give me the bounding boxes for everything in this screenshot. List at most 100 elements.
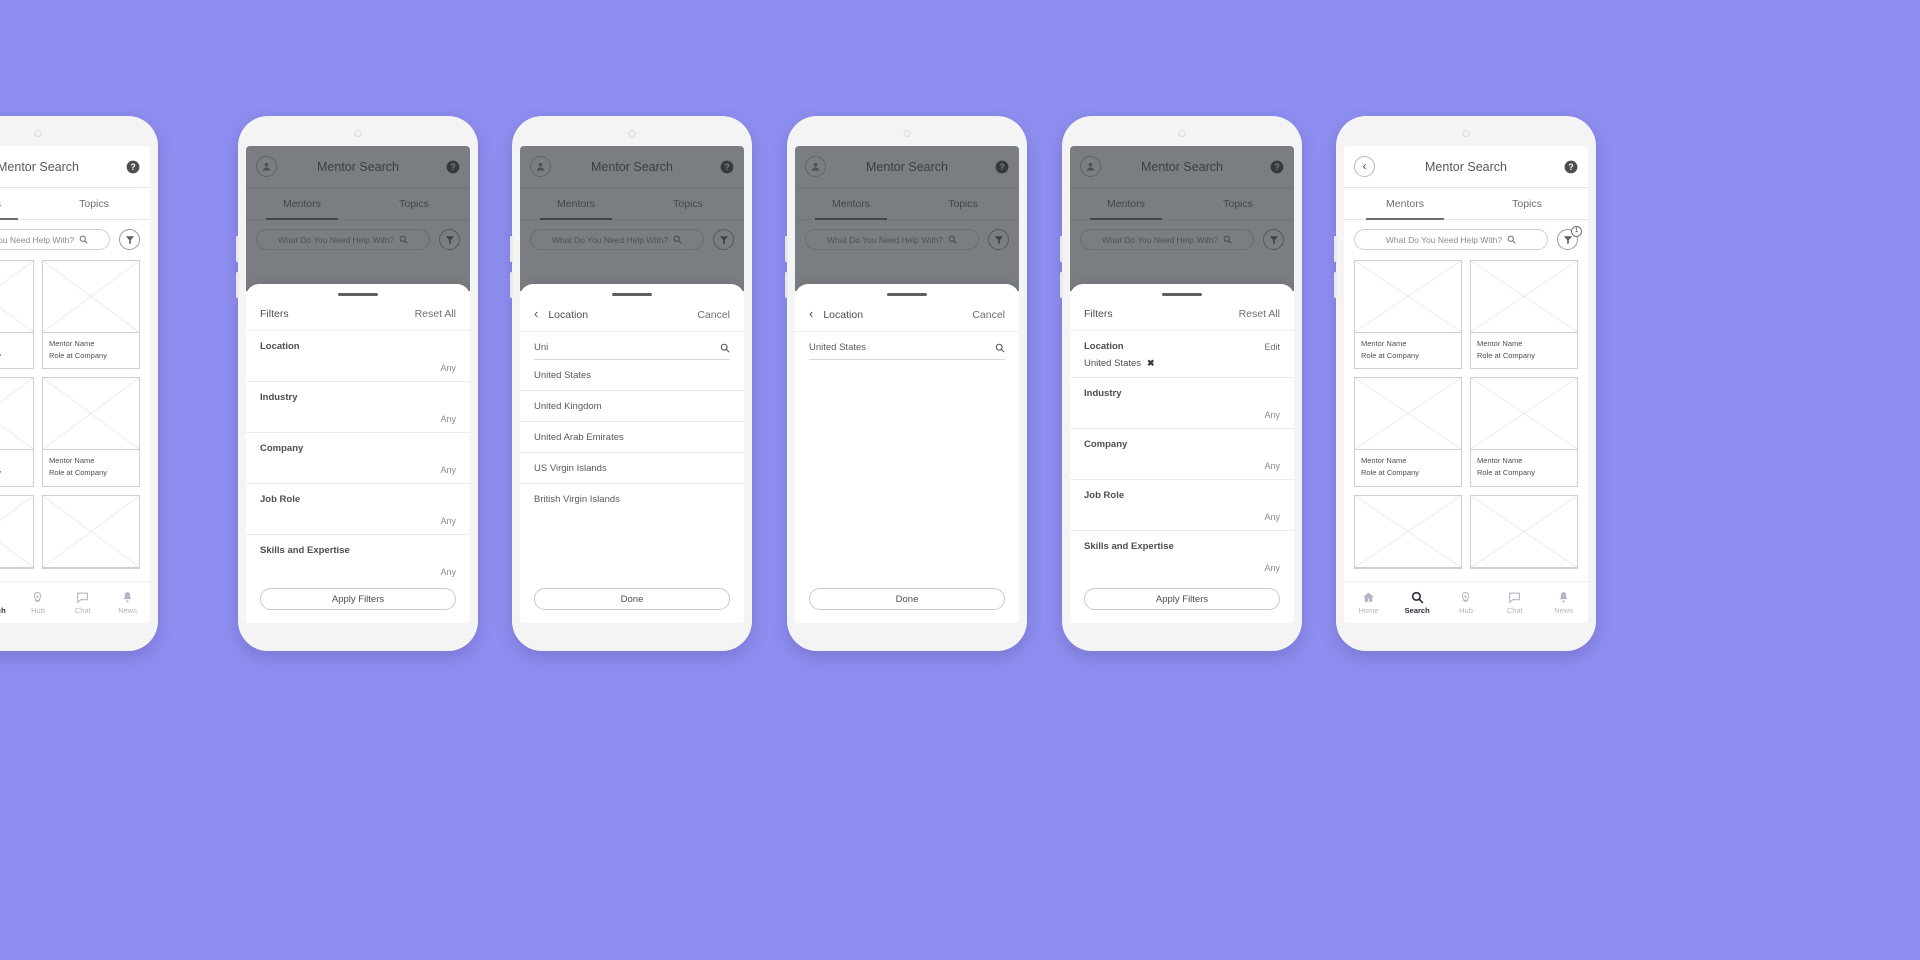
user-avatar-icon[interactable]	[256, 156, 277, 177]
volume-down-button[interactable]	[510, 272, 513, 298]
location-result-item[interactable]: United States	[520, 360, 744, 391]
mentor-card[interactable]: Mentor NameRole at Company	[1354, 377, 1462, 487]
tab-topics[interactable]: Topics	[38, 188, 150, 219]
volume-down-button[interactable]	[785, 272, 788, 298]
tab-topics[interactable]: Topics	[358, 188, 470, 219]
nav-item-home[interactable]: Home	[1344, 591, 1393, 615]
location-title: Location	[548, 308, 589, 321]
tab-mentors[interactable]: Mentors	[1344, 188, 1466, 220]
mentor-card[interactable]: Mentor NameRole at Company	[42, 260, 140, 370]
apply-filters-button[interactable]: Apply Filters	[260, 588, 456, 610]
filter-row-job-role[interactable]: Job Role Any	[246, 484, 470, 535]
tab-mentors[interactable]: Mentors	[520, 188, 632, 220]
volume-up-button[interactable]	[510, 236, 513, 262]
help-circle-icon[interactable]: ?	[445, 159, 460, 174]
volume-down-button[interactable]	[1334, 272, 1337, 298]
search-input[interactable]: What Do You Need Help With?	[1080, 229, 1254, 250]
search-input[interactable]: What Do You Need Help With?	[0, 229, 110, 250]
back-button[interactable]: ‹	[1354, 156, 1375, 177]
user-avatar-icon[interactable]	[1080, 156, 1101, 177]
mentor-card[interactable]: Mentor NameRole at Company	[0, 260, 34, 370]
location-search-input[interactable]: Uni	[534, 342, 730, 360]
reset-all-button[interactable]: Reset All	[1239, 308, 1280, 320]
filter-row-skills[interactable]: Skills and Expertise Any	[1070, 531, 1294, 579]
filter-button[interactable]	[1263, 229, 1284, 250]
apply-filters-button[interactable]: Apply Filters	[1084, 588, 1280, 610]
help-circle-icon[interactable]: ?	[125, 159, 140, 174]
nav-item-chat[interactable]: Chat	[1490, 591, 1539, 615]
nav-item-chat[interactable]: Chat	[60, 591, 105, 615]
filter-button[interactable]: 1	[1557, 226, 1582, 250]
volume-down-button[interactable]	[236, 272, 239, 298]
remove-location-icon[interactable]: ✖	[1147, 358, 1155, 369]
tab-topics[interactable]: Topics	[907, 188, 1019, 219]
filter-button[interactable]	[988, 229, 1009, 250]
filter-value: Any	[440, 516, 456, 526]
nav-label-chat: Chat	[74, 605, 91, 615]
location-back-button[interactable]: ‹ Location	[534, 307, 589, 321]
filter-row-industry[interactable]: Industry Any	[1070, 378, 1294, 429]
mentor-card[interactable]: Mentor NameRole at Company	[42, 377, 140, 487]
help-circle-icon[interactable]: ?	[994, 159, 1009, 174]
nav-item-search[interactable]: Search	[1393, 591, 1442, 615]
volume-up-button[interactable]	[236, 236, 239, 262]
help-circle-icon[interactable]: ?	[1563, 159, 1578, 174]
help-circle-icon[interactable]: ?	[1269, 159, 1284, 174]
tab-mentors[interactable]: Mentors	[246, 188, 358, 220]
nav-item-news[interactable]: News	[105, 591, 150, 615]
filter-button[interactable]	[119, 229, 140, 250]
edit-location-button[interactable]: Edit	[1264, 342, 1280, 352]
filter-row-skills[interactable]: Skills and Expertise Any	[246, 535, 470, 579]
done-button[interactable]: Done	[534, 588, 730, 610]
search-input[interactable]: What Do You Need Help With?	[1354, 229, 1548, 250]
selected-location-chip[interactable]: United States ✖	[1084, 358, 1280, 369]
nav-item-hub[interactable]: Hub	[1442, 591, 1491, 615]
search-icon	[1411, 591, 1424, 603]
mentor-card[interactable]	[0, 494, 34, 569]
tab-mentors[interactable]: Mentors	[795, 188, 907, 220]
tab-topics[interactable]: Topics	[1466, 188, 1588, 219]
location-result-item[interactable]: United Arab Emirates	[520, 422, 744, 453]
mentor-card[interactable]: Mentor NameRole at Company	[0, 377, 34, 487]
mentor-card[interactable]	[42, 494, 140, 569]
volume-up-button[interactable]	[785, 236, 788, 262]
filter-button[interactable]	[439, 229, 460, 250]
user-avatar-icon[interactable]	[805, 156, 826, 177]
cancel-button[interactable]: Cancel	[972, 309, 1005, 321]
reset-all-button[interactable]: Reset All	[415, 308, 456, 320]
nav-item-hub[interactable]: Hub	[16, 591, 61, 615]
nav-item-search[interactable]: Search	[0, 591, 16, 615]
done-button[interactable]: Done	[809, 588, 1005, 610]
mentor-card[interactable]: Mentor NameRole at Company	[1470, 260, 1578, 370]
filter-row-company[interactable]: Company Any	[246, 433, 470, 484]
tab-mentors[interactable]: Mentors	[1070, 188, 1182, 220]
tab-mentors[interactable]: Mentors	[0, 188, 38, 220]
search-input[interactable]: What Do You Need Help With?	[805, 229, 979, 250]
nav-item-news[interactable]: News	[1539, 591, 1588, 615]
location-back-button[interactable]: ‹ Location	[809, 307, 863, 321]
mentor-card[interactable]: Mentor NameRole at Company	[1354, 260, 1462, 370]
help-circle-icon[interactable]: ?	[719, 159, 734, 174]
filter-row-location[interactable]: Location Edit United States ✖	[1070, 331, 1294, 378]
mentor-card[interactable]	[1470, 494, 1578, 569]
volume-up-button[interactable]	[1060, 236, 1063, 262]
tab-topics[interactable]: Topics	[1182, 188, 1294, 219]
mentor-card[interactable]: Mentor NameRole at Company	[1470, 377, 1578, 487]
search-input[interactable]: What Do You Need Help With?	[530, 229, 704, 250]
location-result-item[interactable]: British Virgin Islands	[520, 484, 744, 514]
filter-row-location[interactable]: Location Any	[246, 331, 470, 382]
tab-topics[interactable]: Topics	[632, 188, 744, 219]
location-result-item[interactable]: United Kingdom	[520, 391, 744, 422]
location-search-input[interactable]: United States	[809, 342, 1005, 360]
user-avatar-icon[interactable]	[530, 156, 551, 177]
search-input[interactable]: What Do You Need Help With?	[256, 229, 430, 250]
volume-up-button[interactable]	[1334, 236, 1337, 262]
cancel-button[interactable]: Cancel	[697, 309, 730, 321]
volume-down-button[interactable]	[1060, 272, 1063, 298]
filter-button[interactable]	[713, 229, 734, 250]
filter-row-company[interactable]: Company Any	[1070, 429, 1294, 480]
filter-row-job-role[interactable]: Job Role Any	[1070, 480, 1294, 531]
filter-row-industry[interactable]: Industry Any	[246, 382, 470, 433]
mentor-card[interactable]	[1354, 494, 1462, 569]
location-result-item[interactable]: US Virgin Islands	[520, 453, 744, 484]
